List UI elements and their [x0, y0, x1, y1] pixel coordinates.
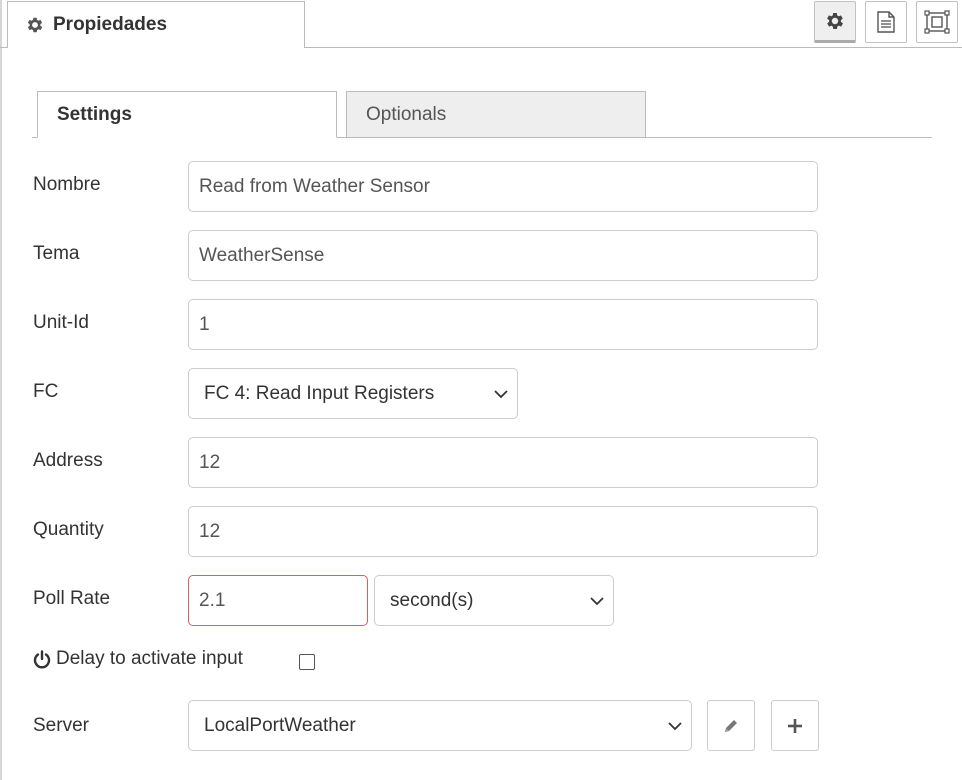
chevron-down-icon	[668, 722, 682, 731]
document-icon	[877, 11, 895, 33]
poll-rate-unit-value: second(s)	[390, 589, 474, 611]
expand-icon	[924, 10, 950, 34]
server-label: Server	[33, 715, 89, 736]
poll-rate-input-value: 2.1	[199, 589, 226, 611]
settings-view-button[interactable]	[814, 1, 856, 43]
quantity-input[interactable]: 12	[188, 506, 818, 557]
panel-left-border	[0, 0, 2, 780]
plus-icon	[788, 718, 802, 733]
appearance-view-button[interactable]	[916, 1, 958, 43]
description-view-button[interactable]	[865, 1, 907, 43]
poll-rate-unit-select[interactable]: second(s)	[374, 575, 614, 626]
unit-id-input[interactable]: 1	[188, 299, 818, 350]
topic-label: Tema	[33, 243, 80, 264]
fc-select[interactable]: FC 4: Read Input Registers	[188, 368, 518, 419]
unit-id-label: Unit-Id	[33, 312, 89, 333]
tab-optionals-label: Optionals	[366, 103, 447, 125]
chevron-down-icon	[590, 597, 604, 606]
fc-label: FC	[33, 381, 59, 402]
server-select-value: LocalPortWeather	[204, 714, 356, 736]
properties-tab[interactable]: Propiedades	[7, 1, 305, 48]
unit-id-input-value: 1	[199, 313, 210, 335]
address-label: Address	[33, 450, 103, 471]
name-input[interactable]: Read from Weather Sensor	[188, 161, 818, 212]
poll-rate-input[interactable]: 2.1	[188, 575, 368, 626]
edit-server-button[interactable]	[707, 700, 755, 751]
topic-input[interactable]: WeatherSense	[188, 230, 818, 281]
tab-settings[interactable]: Settings	[37, 91, 337, 138]
properties-panel: Propiedades Settings Optionals Nombre Re…	[0, 0, 962, 780]
gear-icon	[27, 17, 43, 33]
name-input-value: Read from Weather Sensor	[199, 175, 430, 197]
pencil-icon	[725, 719, 737, 732]
poll-rate-label: Poll Rate	[33, 588, 111, 609]
address-input-value: 12	[199, 451, 221, 473]
name-label: Nombre	[33, 174, 101, 195]
server-select[interactable]: LocalPortWeather	[188, 700, 692, 751]
add-server-button[interactable]	[771, 700, 819, 751]
address-input[interactable]: 12	[188, 437, 818, 488]
quantity-label: Quantity	[33, 519, 104, 540]
fc-select-value: FC 4: Read Input Registers	[204, 382, 435, 404]
delay-label: Delay to activate input	[33, 648, 243, 675]
tab-settings-label: Settings	[57, 103, 132, 125]
tab-optionals[interactable]: Optionals	[346, 91, 646, 138]
delay-checkbox[interactable]	[299, 654, 315, 670]
power-icon	[33, 649, 51, 668]
chevron-down-icon	[494, 390, 508, 399]
topic-input-value: WeatherSense	[199, 244, 325, 266]
delay-label-text: Delay to activate input	[56, 648, 243, 669]
gear-icon	[827, 13, 843, 29]
panel-title: Propiedades	[53, 14, 168, 35]
quantity-input-value: 12	[199, 520, 221, 542]
